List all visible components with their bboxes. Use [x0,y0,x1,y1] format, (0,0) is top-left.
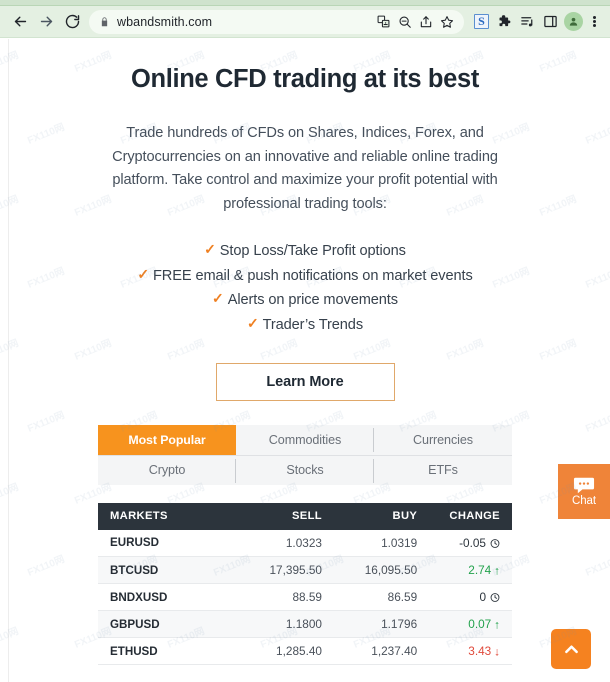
reload-icon [65,14,79,29]
list-item: ✓ Stop Loss/Take Profit options [45,239,565,264]
cta-container: Learn More [0,362,610,401]
clock-icon [490,537,500,551]
back-button[interactable] [7,9,33,35]
cell-buy: 16,095.50 [333,556,430,585]
chat-bubble-icon [573,477,595,493]
cell-buy: 1.0319 [333,529,430,558]
cell-buy: 1,237.40 [333,637,430,666]
cell-symbol: ETHUSD [98,637,239,666]
feature-label: FREE email & push notifications on marke… [152,267,473,284]
reload-button[interactable] [59,9,85,35]
page-content: Online CFD trading at its best Trade hun… [0,39,610,666]
cell-buy: 86.59 [333,583,430,612]
share-icon[interactable] [415,11,436,32]
cell-symbol: BTCUSD [98,556,239,585]
zoom-out-icon[interactable] [394,11,415,32]
learn-more-button[interactable]: Learn More [215,362,395,401]
table-row[interactable]: BTCUSD 17,395.50 16,095.50 2.74 ↑ [98,556,512,585]
extension-badge-label: S [474,14,489,29]
forward-button[interactable] [33,9,59,35]
chat-widget-label: Chat [572,494,596,507]
table-header: MARKETS SELL BUY CHANGE [98,502,512,530]
cell-symbol: BNDXUSD [98,583,239,612]
arrow-right-icon [40,16,52,27]
column-markets: MARKETS [98,502,239,530]
market-category-tabs: Most Popular Commodities Currencies Cryp… [98,424,512,485]
page-viewport: Online CFD trading at its best Trade hun… [0,39,610,682]
table-row[interactable]: EURUSD 1.0323 1.0319 -0.05 [98,529,512,558]
browser-toolbar: wbandsmith.com S [0,6,610,38]
change-value: -0.05 [459,535,486,550]
scroll-to-top-button[interactable] [551,629,591,669]
tab-most-popular[interactable]: Most Popular [98,424,236,455]
change-value: 0 [479,590,486,605]
tab-crypto[interactable]: Crypto [98,454,236,485]
cell-change: 3.43 ↓ [429,637,512,666]
check-icon: ✓ [246,314,259,331]
change-value: 0.07 [468,617,492,632]
tab-etfs[interactable]: ETFs [374,454,512,485]
markets-table: MARKETS SELL BUY CHANGE EURUSD 1.0323 1.… [98,502,512,666]
media-playlist-icon[interactable] [516,9,539,35]
avatar [564,12,583,31]
arrow-up-icon: ↑ [494,565,500,578]
table-header-row: MARKETS SELL BUY CHANGE [98,502,512,530]
column-buy: BUY [333,502,430,530]
feature-label: Stop Loss/Take Profit options [219,243,406,259]
change-value: 3.43 [468,644,492,659]
hero-paragraph: Trade hundreds of CFDs on Shares, Indice… [112,124,498,213]
cell-symbol: GBPUSD [98,610,239,639]
chevron-up-icon [564,644,578,653]
check-icon: ✓ [137,265,149,282]
arrow-up-icon: ↑ [494,619,500,632]
list-item: ✓ Trader’s Trends [45,313,565,338]
table-row[interactable]: BNDXUSD 88.59 86.59 0 [98,583,512,612]
address-bar-url: wbandsmith.com [117,14,213,29]
page-title: Online CFD trading at its best [131,65,479,93]
clock-icon [490,592,500,606]
cell-sell: 88.59 [238,583,334,612]
cell-sell: 1.0323 [238,529,334,558]
arrow-left-icon [14,16,26,27]
column-change: CHANGE [429,502,512,530]
cell-sell: 1,285.40 [238,637,334,666]
check-icon: ✓ [212,290,224,307]
tab-currencies[interactable]: Currencies [374,425,512,455]
profile-avatar-icon[interactable] [562,9,585,35]
table-row[interactable]: GBPUSD 1.1800 1.1796 0.07 ↑ [98,610,512,639]
feature-label: Alerts on price movements [227,292,398,309]
change-value: 2.74 [468,563,492,578]
list-item: ✓ Alerts on price movements [45,288,565,313]
extension-s-icon[interactable]: S [470,9,493,35]
list-item: ✓ FREE email & push notifications on mark… [45,264,565,289]
screen: wbandsmith.com S Online CFD trading at i… [0,0,610,682]
cell-change: 0.07 ↑ [429,610,512,639]
translate-icon[interactable] [373,11,394,32]
cell-buy: 1.1796 [333,610,430,639]
cell-change: 2.74 ↑ [429,556,512,585]
cell-sell: 17,395.50 [238,556,334,585]
feature-label: Trader’s Trends [262,316,364,333]
cell-sell: 1.1800 [238,610,334,639]
browser-menu-icon[interactable] [585,9,603,35]
feature-list: ✓ Stop Loss/Take Profit options ✓ FREE ema… [45,239,565,338]
tab-stocks[interactable]: Stocks [236,454,374,485]
cell-symbol: EURUSD [98,529,239,558]
extensions-puzzle-icon[interactable] [493,9,516,35]
check-icon: ✓ [204,241,216,257]
cell-change: -0.05 [429,529,512,558]
address-bar[interactable]: wbandsmith.com [89,9,464,34]
lock-icon [99,16,110,28]
table-row[interactable]: ETHUSD 1,285.40 1,237.40 3.43 ↓ [98,637,512,666]
table-body: EURUSD 1.0323 1.0319 -0.05 BTCUSD 17,395… [98,529,512,666]
bookmark-star-icon[interactable] [436,11,457,32]
tab-commodities[interactable]: Commodities [236,425,374,455]
column-sell: SELL [238,502,334,530]
chat-widget-button[interactable]: Chat [558,464,610,519]
arrow-down-icon: ↓ [494,646,500,659]
side-panel-icon[interactable] [539,9,562,35]
cell-change: 0 [429,583,512,612]
